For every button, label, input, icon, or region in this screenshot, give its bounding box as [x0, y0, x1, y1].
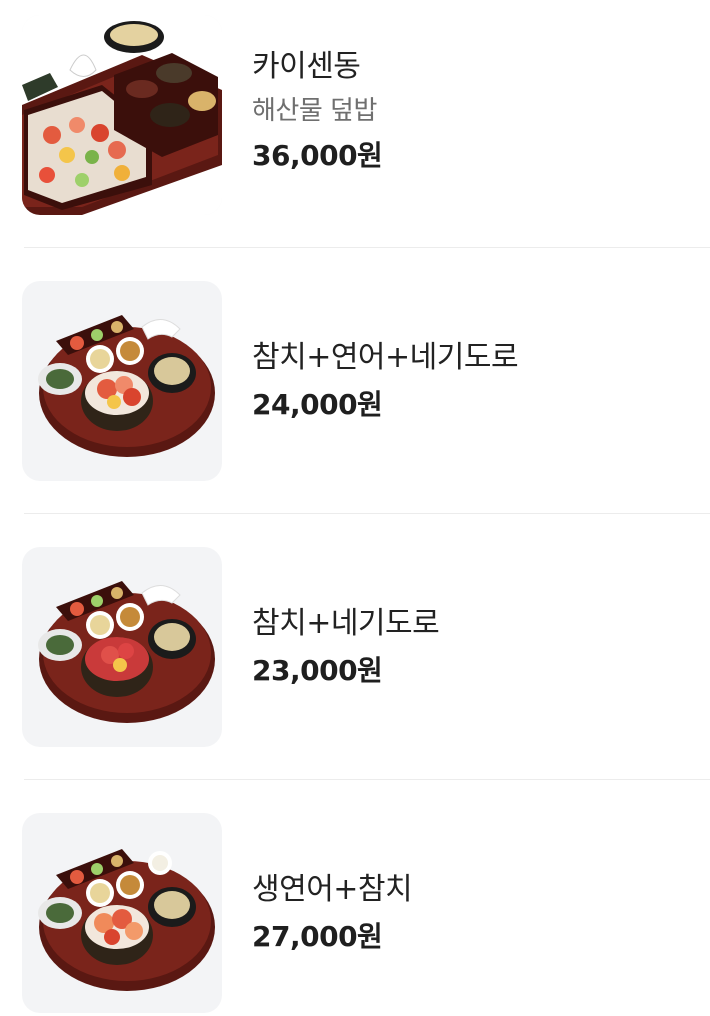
divider — [24, 779, 710, 780]
menu-item-info: 카이센동 해산물 덮밥 36,000원 — [252, 47, 692, 175]
kaisendon-photo — [22, 15, 222, 215]
menu-item-salmon-tuna[interactable]: 생연어+참치 27,000원 — [0, 813, 710, 1013]
salmon-tuna-set-photo — [22, 813, 222, 1013]
menu-item-info: 참치+연어+네기도로 24,000원 — [252, 338, 692, 424]
menu-item-name: 참치+네기도로 — [252, 606, 440, 641]
menu-item-price: 36,000원 — [252, 139, 383, 172]
menu-item-description: 해산물 덮밥 — [252, 96, 377, 126]
tuna-negitoro-set-photo — [22, 547, 222, 747]
menu-item-info: 참치+네기도로 23,000원 — [252, 604, 692, 690]
menu-item-price: 23,000원 — [252, 654, 383, 687]
divider — [24, 247, 710, 248]
menu-item-tuna-salmon-negitoro[interactable]: 참치+연어+네기도로 24,000원 — [0, 281, 710, 481]
menu-item-price: 24,000원 — [252, 388, 383, 421]
menu-item-tuna-negitoro[interactable]: 참치+네기도로 23,000원 — [0, 547, 710, 747]
menu-item-kaisendon[interactable]: 카이센동 해산물 덮밥 36,000원 — [0, 15, 710, 215]
menu-item-name: 생연어+참치 — [252, 872, 413, 907]
menu-item-info: 생연어+참치 27,000원 — [252, 870, 692, 956]
tuna-salmon-negitoro-set-photo — [22, 281, 222, 481]
divider — [24, 513, 710, 514]
menu-item-price: 27,000원 — [252, 920, 383, 953]
menu-item-name: 참치+연어+네기도로 — [252, 340, 519, 375]
menu-item-name: 카이센동 — [252, 49, 361, 84]
